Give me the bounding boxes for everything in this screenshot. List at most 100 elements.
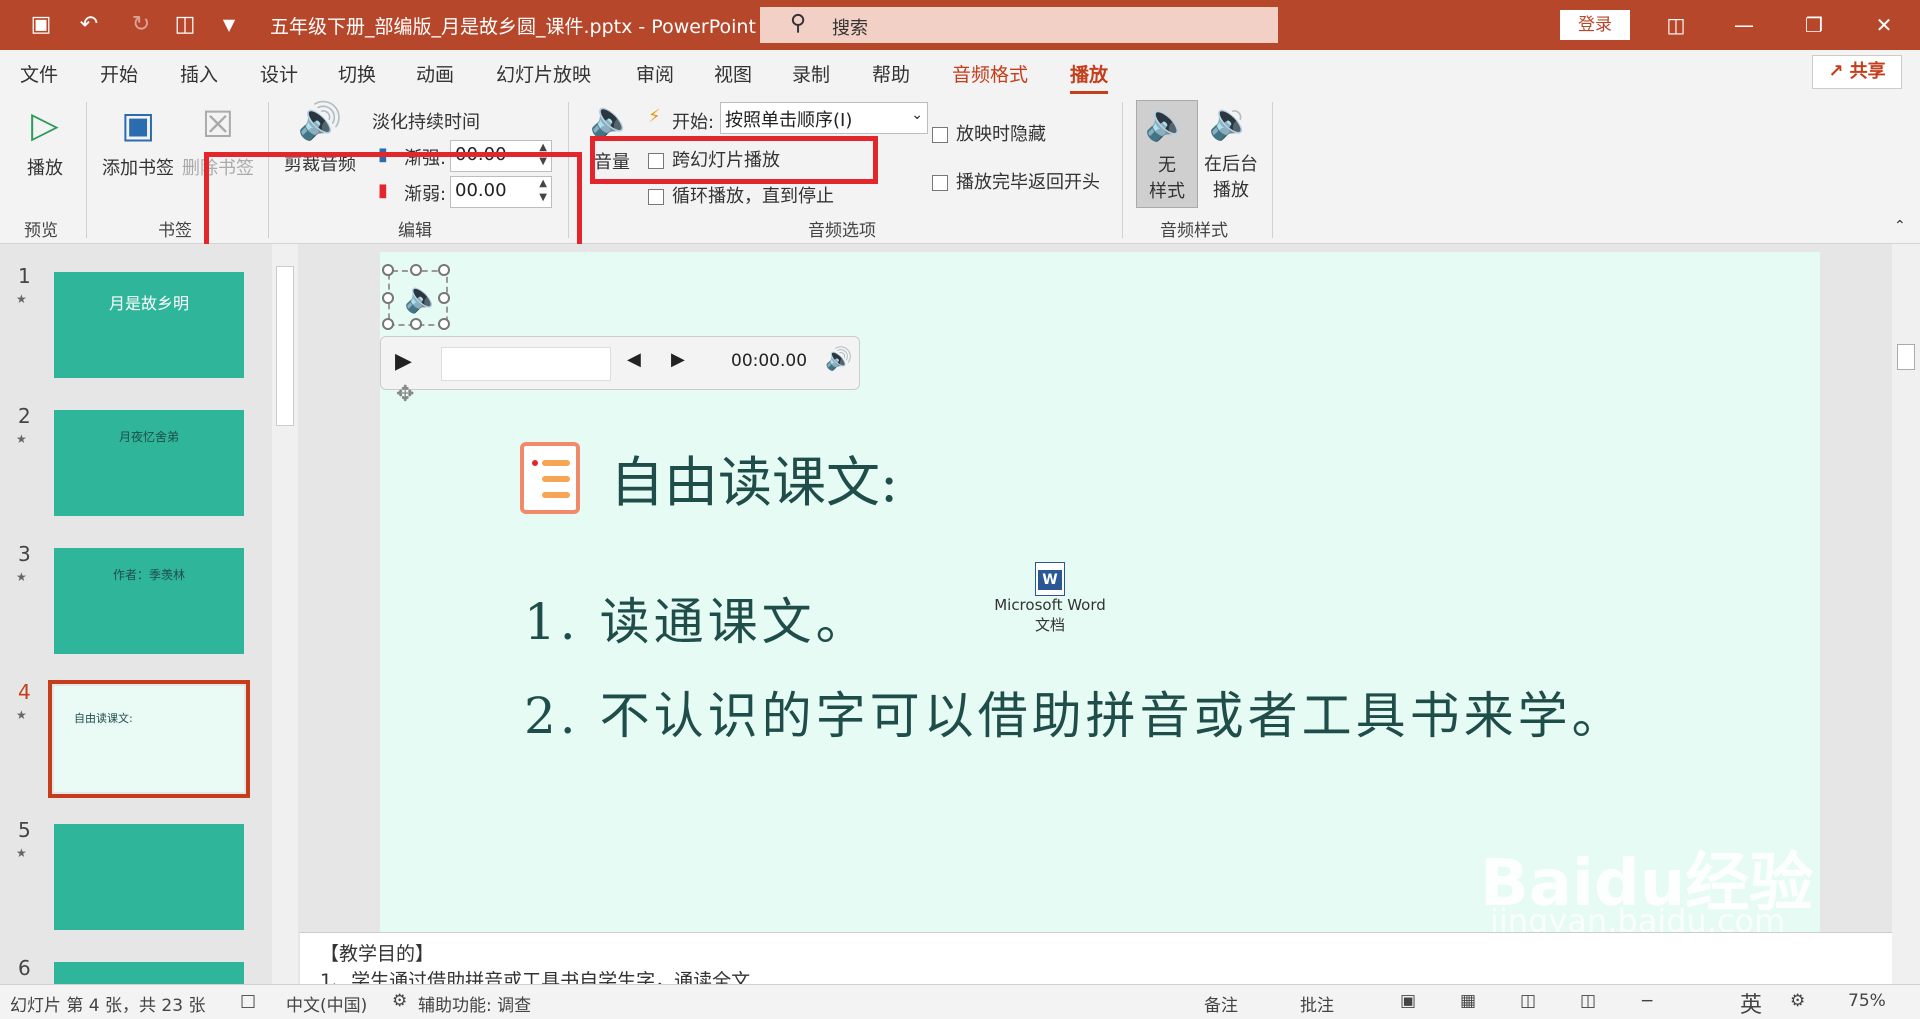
slide-heading[interactable]: 自由读课文: <box>610 438 898 517</box>
slide-thumbnail[interactable]: 月夜忆舍弟 <box>54 410 244 516</box>
rewind-label: 播放完毕返回开头 <box>956 172 1100 193</box>
slide-thumbnail[interactable]: 月是故乡明 <box>54 272 244 378</box>
thumb-number: 5 <box>18 818 31 842</box>
settings-icon[interactable]: ⚙ <box>1790 991 1805 1011</box>
slide-vertical-scrollbar[interactable] <box>1892 244 1920 984</box>
scrollbar-thumb[interactable] <box>276 266 294 426</box>
slideshow-view-icon[interactable]: ◫ <box>1580 991 1596 1011</box>
collapse-ribbon-icon[interactable]: ⌃ <box>1894 218 1906 234</box>
restore-icon[interactable]: ❐ <box>1794 8 1834 42</box>
status-bar: 幻灯片 第 4 张，共 23 张 □ 中文(中国) ⚙ 辅助功能: 调查 备注 … <box>0 984 1920 1019</box>
resize-handle[interactable] <box>438 318 450 330</box>
checkbox-box <box>648 189 664 205</box>
zoom-out-icon[interactable]: − <box>1640 991 1654 1011</box>
close-icon[interactable]: ✕ <box>1864 8 1904 42</box>
bullet-item[interactable]: 1. 读通课文。 <box>524 582 870 654</box>
slide-thumbnail-selected[interactable]: 自由读课文: <box>48 680 250 798</box>
ime-indicator[interactable]: 英 <box>1740 987 1762 1019</box>
bullet-item[interactable]: 2. 不认识的字可以借助拼音或者工具书来学。 <box>524 676 1626 748</box>
list-icon-line <box>542 492 570 498</box>
word-document-icon: W <box>1035 562 1065 596</box>
tab-file[interactable]: 文件 <box>20 60 58 87</box>
login-button[interactable]: 登录 <box>1560 10 1630 40</box>
skip-back-icon[interactable]: ◀ <box>627 349 641 370</box>
minimize-icon[interactable]: — <box>1724 8 1764 42</box>
resize-handle[interactable] <box>382 292 394 304</box>
undo-icon[interactable]: ↶ <box>72 8 106 42</box>
thumb-title: 月夜忆舍弟 <box>118 430 179 444</box>
add-bookmark-button[interactable]: ▣ 添加书签 <box>98 104 178 180</box>
save-icon[interactable]: ▣ <box>24 8 58 42</box>
move-handle-icon[interactable]: ✥ <box>396 382 414 407</box>
word-object-label-2: 文档 <box>1034 616 1065 634</box>
ribbon-display-icon[interactable]: ◫ <box>1656 8 1696 42</box>
tab-slideshow[interactable]: 幻灯片放映 <box>496 60 591 87</box>
slide-canvas[interactable]: 🔈 ▶ ◀ ▶ 00:00.00 🔊 ✥ 自由读课文: 1. 读通课文。 2. … <box>380 252 1820 940</box>
spelling-icon[interactable]: □ <box>240 991 256 1011</box>
list-icon-line <box>542 460 570 466</box>
resize-handle[interactable] <box>438 264 450 276</box>
resize-handle[interactable] <box>410 318 422 330</box>
search-input[interactable]: ⚲ 搜索 <box>760 7 1278 43</box>
resize-handle[interactable] <box>410 264 422 276</box>
animation-star-icon: ★ <box>16 432 27 446</box>
no-style-button[interactable]: 🔈 无 样式 <box>1136 100 1198 208</box>
group-separator <box>1272 102 1273 238</box>
resize-handle[interactable] <box>382 264 394 276</box>
zoom-level[interactable]: 75% <box>1848 991 1886 1011</box>
slide-sorter-icon[interactable]: ▦ <box>1460 991 1476 1011</box>
tab-design[interactable]: 设计 <box>260 60 298 87</box>
slide-thumbnail[interactable] <box>54 824 244 930</box>
play-in-background-label-2: 播放 <box>1213 180 1249 201</box>
speaker-icon: 🔈 <box>404 280 442 315</box>
player-play-icon[interactable]: ▶ <box>395 349 412 374</box>
notes-pane[interactable]: 【教学目的】 1、学生通过借助拼音或工具书自学生字，通读全文 <box>300 932 1892 984</box>
audio-player-bar: ▶ ◀ ▶ 00:00.00 🔊 <box>380 336 860 390</box>
loop-checkbox[interactable]: 循环播放，直到停止 <box>648 182 834 208</box>
slide-count: 幻灯片 第 4 张，共 23 张 <box>10 996 206 1016</box>
thumbnail-scrollbar[interactable] <box>272 244 298 984</box>
comments-toggle[interactable]: 批注 <box>1300 991 1334 1016</box>
tab-help[interactable]: 帮助 <box>872 60 910 87</box>
no-style-label-2: 样式 <box>1149 181 1185 202</box>
embedded-word-document[interactable]: W Microsoft Word 文档 <box>990 562 1110 635</box>
rewind-checkbox[interactable]: 播放完毕返回开头 <box>932 168 1100 194</box>
tab-home[interactable]: 开始 <box>100 60 138 87</box>
scrollbar-thumb[interactable] <box>1897 344 1915 370</box>
checkbox-box <box>932 127 948 143</box>
present-icon[interactable]: ◫ <box>168 8 202 42</box>
share-label: 共享 <box>1849 61 1886 82</box>
tab-playback[interactable]: 播放 <box>1070 60 1109 95</box>
player-volume-icon[interactable]: 🔊 <box>825 347 852 372</box>
hide-during-show-label: 放映时隐藏 <box>956 124 1046 145</box>
tab-animations[interactable]: 动画 <box>416 60 454 87</box>
skip-forward-icon[interactable]: ▶ <box>671 349 685 370</box>
tab-insert[interactable]: 插入 <box>180 60 218 87</box>
reading-view-icon[interactable]: ◫ <box>1520 991 1536 1011</box>
tab-transitions[interactable]: 切换 <box>338 60 376 87</box>
language-status[interactable]: 中文(中国) <box>286 991 367 1016</box>
redo-icon[interactable]: ↻ <box>124 8 158 42</box>
thumb-number: 6 <box>18 956 31 980</box>
fade-duration-label: 淡化持续时间 <box>372 112 480 133</box>
slide-thumbnail[interactable] <box>54 962 244 984</box>
tab-review[interactable]: 审阅 <box>636 60 674 87</box>
play-label: 播放 <box>27 158 63 179</box>
tab-audio-format[interactable]: 音频格式 <box>952 60 1028 87</box>
slide-thumbnail[interactable]: 作者：季羡林 <box>54 548 244 654</box>
resize-handle[interactable] <box>382 318 394 330</box>
accessibility-status[interactable]: 辅助功能: 调查 <box>418 991 531 1016</box>
resize-handle[interactable] <box>438 292 450 304</box>
tab-record[interactable]: 录制 <box>792 60 830 87</box>
customize-qat-icon[interactable]: ▼ <box>212 8 246 42</box>
tab-view[interactable]: 视图 <box>714 60 752 87</box>
player-progress-bar[interactable] <box>441 347 611 381</box>
normal-view-icon[interactable]: ▣ <box>1400 991 1416 1011</box>
thumb-number: 4 <box>18 680 31 704</box>
play-button[interactable]: ▷ 播放 <box>20 104 70 180</box>
start-select[interactable]: 按照单击顺序(I) ⌄ <box>720 102 928 134</box>
notes-toggle[interactable]: 备注 <box>1204 991 1238 1016</box>
share-button[interactable]: ↗ 共享 <box>1812 55 1902 89</box>
play-in-background-button[interactable]: 🔉 在后台 播放 <box>1200 100 1262 202</box>
hide-during-show-checkbox[interactable]: 放映时隐藏 <box>932 120 1046 146</box>
